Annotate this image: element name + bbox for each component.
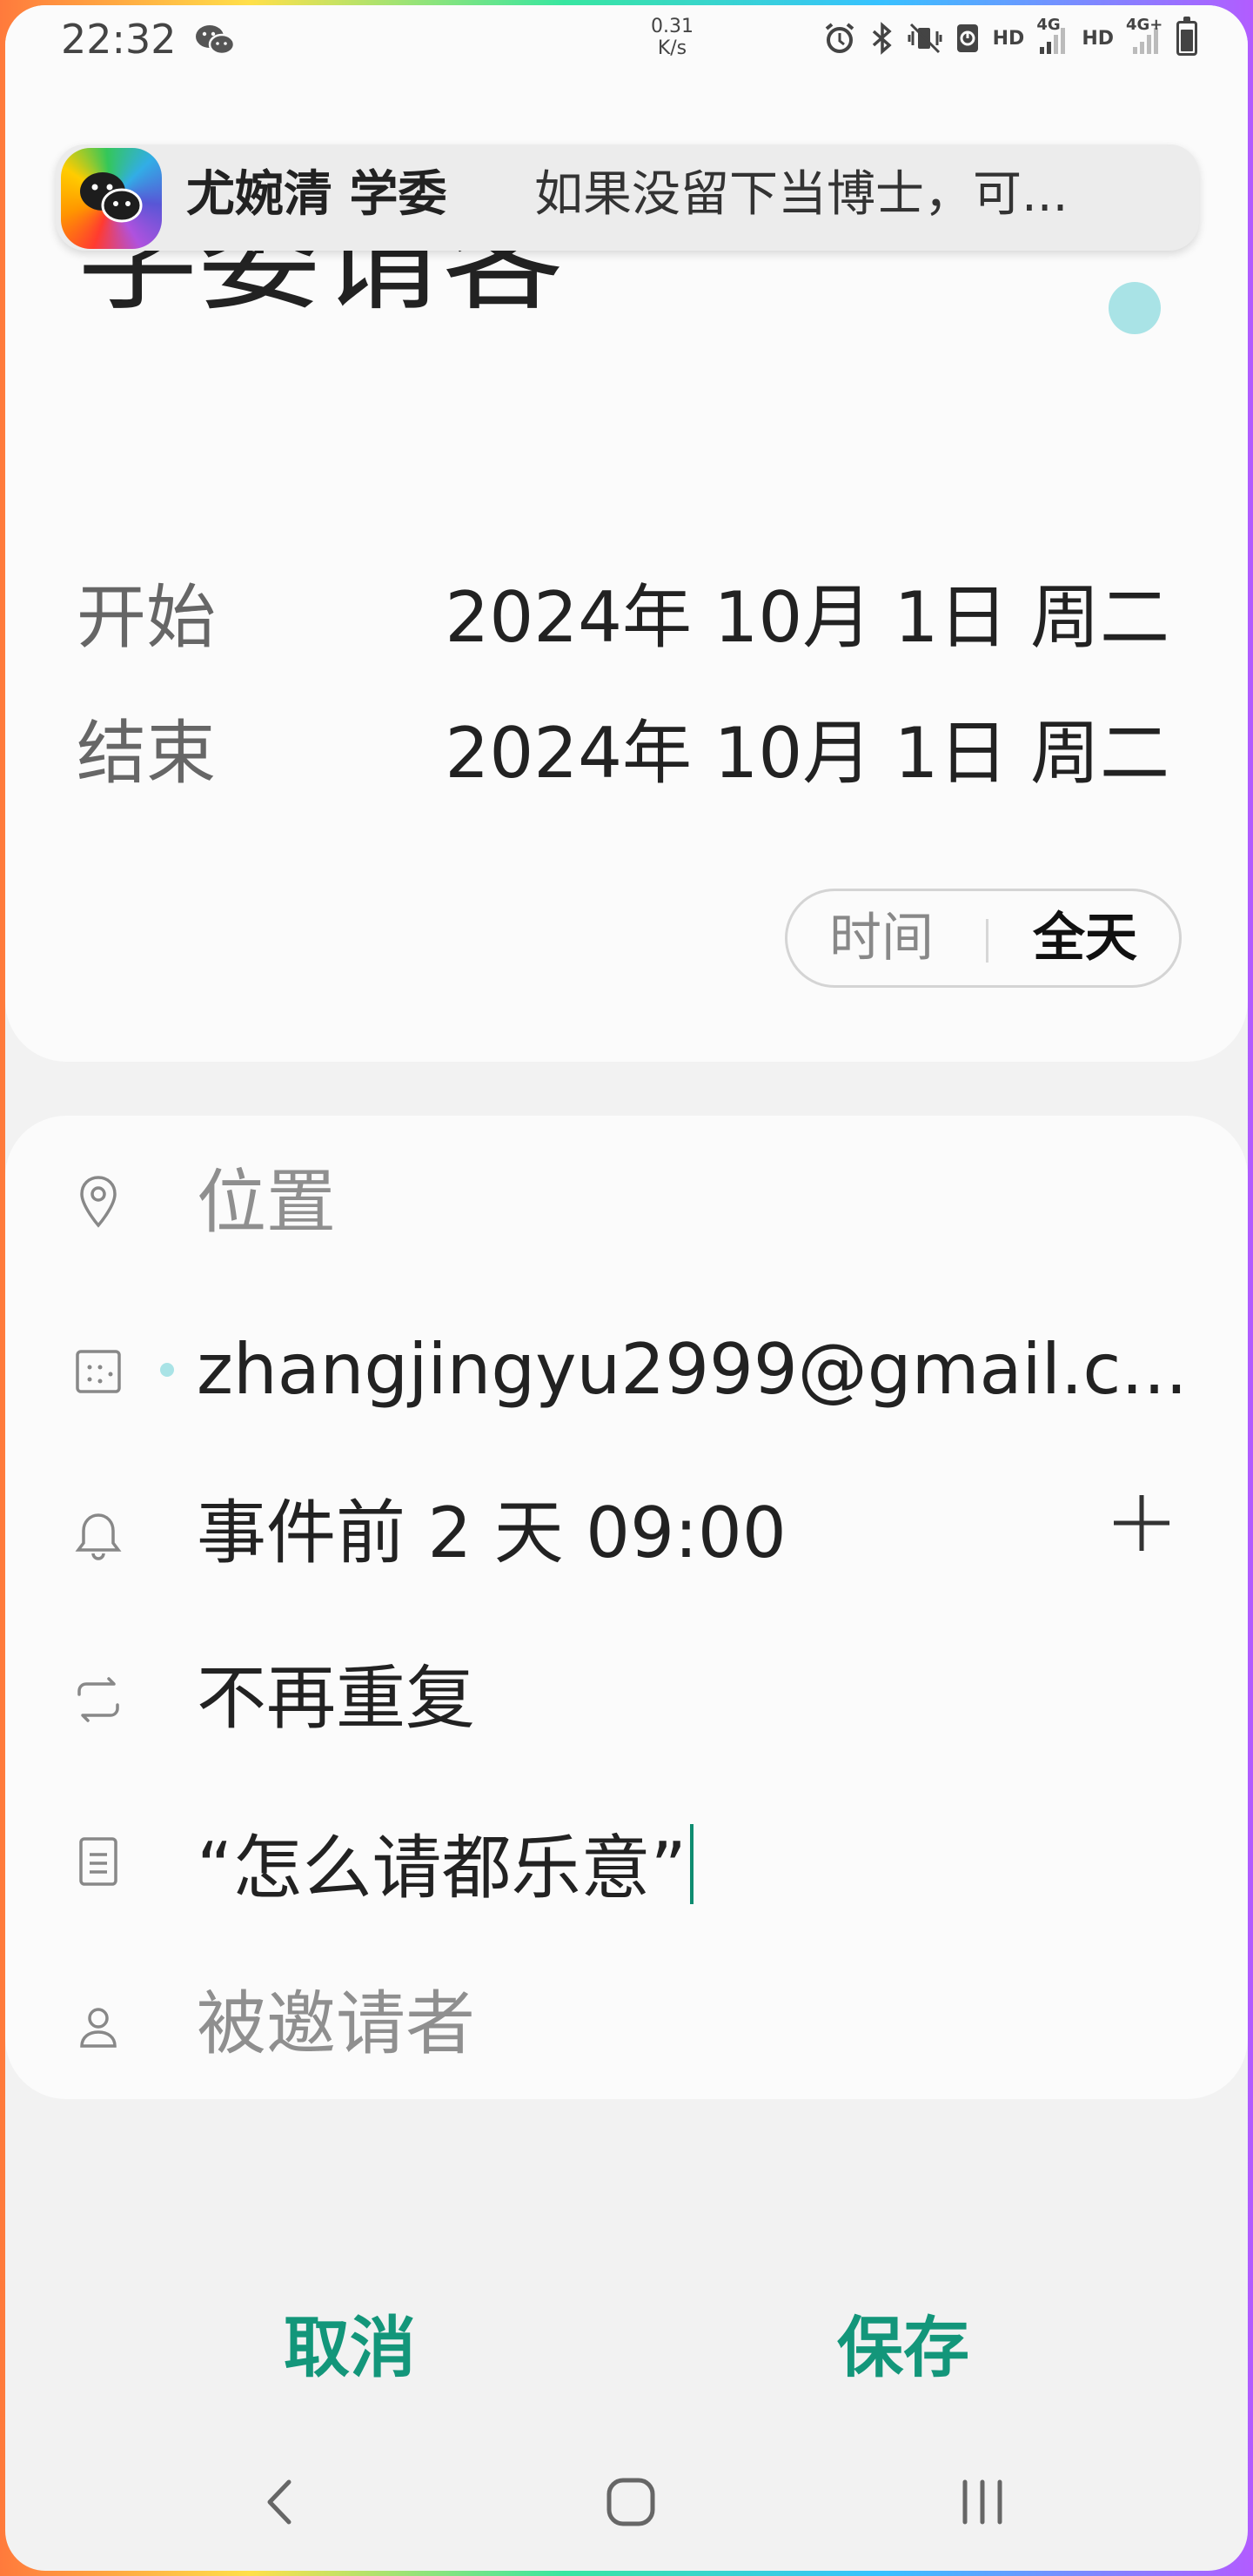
notification-message: 如果没留下当博士，可...: [534, 166, 1069, 223]
back-nav-icon[interactable]: [258, 2472, 301, 2536]
start-date-button[interactable]: 2024年 10月 1日 周二: [445, 583, 1169, 653]
mute-vibrate-icon: [908, 21, 942, 56]
calendar-color-dot: [160, 1363, 174, 1377]
network-speed-unit: K/s: [657, 37, 687, 59]
end-date-button[interactable]: 2024年 10月 1日 周二: [445, 719, 1169, 788]
network-speed: 0.31 K/s: [651, 16, 694, 59]
event-color-button[interactable]: [1109, 282, 1161, 334]
status-bar: 22:32 0.31 K/s HD 4G HD 4G+: [5, 5, 1248, 75]
note-icon: [70, 1833, 127, 1890]
save-button[interactable]: 保存: [837, 2315, 969, 2381]
text-cursor: [689, 1824, 694, 1904]
location-input[interactable]: 位置: [197, 1168, 336, 1238]
network-type-label-2: 4G+: [1126, 16, 1163, 34]
battery-icon: [1176, 17, 1197, 56]
invitees-input[interactable]: 被邀请者: [197, 1989, 475, 2059]
status-icons: HD 4G HD 4G+: [822, 16, 1197, 56]
alarm-icon: [822, 21, 857, 56]
event-details-card: [5, 1116, 1248, 2099]
status-time: 22:32: [61, 16, 177, 63]
repeat-icon: [70, 1671, 127, 1728]
end-label: 结束: [77, 713, 216, 794]
calendar-account-selector[interactable]: zhangjingyu2999@gmail.c...: [197, 1335, 1188, 1405]
signal-icon: 4G: [1036, 16, 1069, 56]
time-allday-toggle[interactable]: 时间 全天: [785, 889, 1182, 988]
repeat-button[interactable]: 不再重复: [197, 1664, 475, 1734]
screen: 22:32 0.31 K/s HD 4G HD 4G+ 学委请客 开始 2024…: [5, 5, 1248, 2571]
person-icon: [70, 1998, 127, 2056]
hd-badge-2: HD: [1082, 27, 1114, 50]
start-label: 开始: [77, 577, 216, 658]
hd-badge: HD: [992, 27, 1025, 50]
note-input[interactable]: “怎么请都乐意”: [197, 1824, 694, 1904]
toggle-divider: [986, 919, 988, 963]
add-reminder-button[interactable]: [1107, 1488, 1176, 1558]
cancel-button[interactable]: 取消: [284, 2315, 416, 2381]
toggle-time-option[interactable]: 时间: [829, 912, 934, 964]
wechat-notification-banner[interactable]: 尤婉清 学委 如果没留下当博士，可...: [56, 144, 1199, 251]
note-text: “怎么请都乐意”: [197, 1828, 687, 1909]
wechat-app-icon: [61, 148, 162, 249]
location-pin-icon: [70, 1173, 127, 1231]
battery-saver-icon: [955, 21, 981, 56]
signal-icon-2: 4G+: [1126, 16, 1164, 56]
network-speed-value: 0.31: [651, 16, 694, 37]
calendar-icon: [70, 1342, 127, 1399]
bell-icon: [70, 1507, 127, 1565]
reminder-button[interactable]: 事件前 2 天 09:00: [197, 1499, 787, 1568]
wechat-icon: [195, 23, 236, 57]
battery-fill: [1181, 29, 1193, 51]
recents-nav-icon[interactable]: [952, 2472, 1013, 2536]
bluetooth-icon: [869, 21, 895, 56]
notification-sender: 尤婉清 学委: [186, 166, 447, 223]
toggle-all-day-option[interactable]: 全天: [1033, 912, 1137, 964]
home-nav-icon[interactable]: [600, 2472, 661, 2536]
network-type-label: 4G: [1036, 16, 1061, 34]
